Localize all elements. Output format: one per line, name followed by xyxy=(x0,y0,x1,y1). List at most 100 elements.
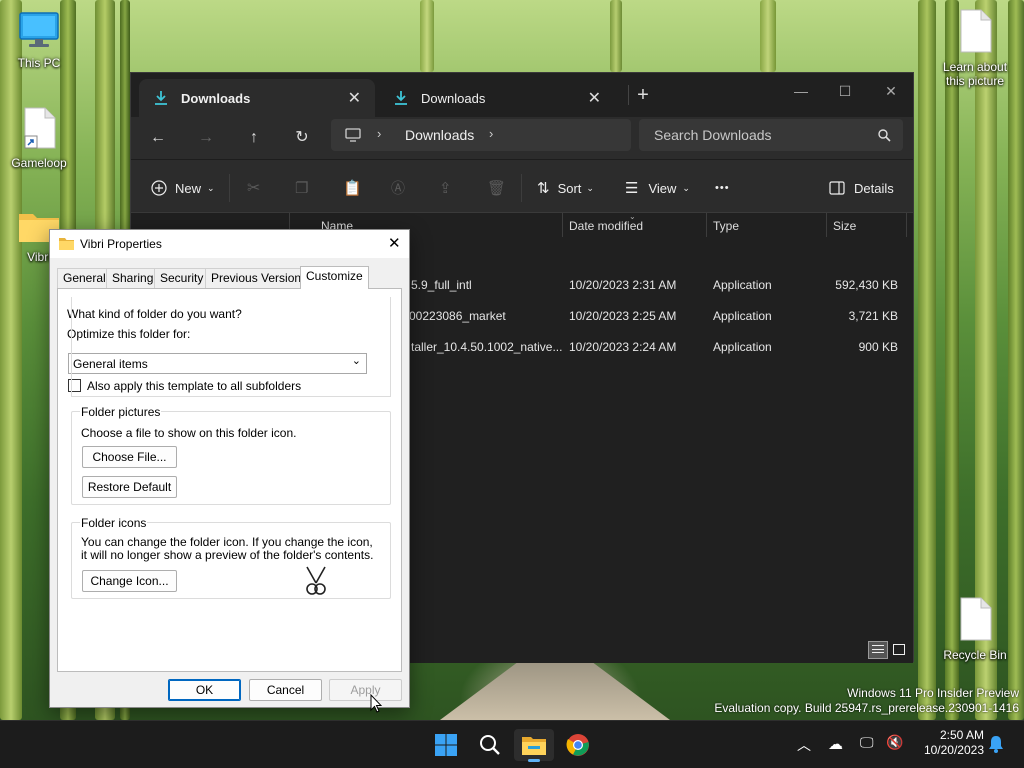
folder-kind-group: What kind of folder do you want? Optimiz… xyxy=(67,307,391,393)
column-divider xyxy=(826,213,827,237)
apply-button[interactable]: Apply xyxy=(329,679,402,701)
breadcrumb-chevron-icon[interactable]: › xyxy=(377,126,381,141)
change-icon-button[interactable]: Change Icon... xyxy=(82,570,177,592)
address-bar[interactable]: › Downloads › xyxy=(331,119,631,151)
onedrive-cloud-icon[interactable]: ☁ xyxy=(828,735,843,753)
clock[interactable]: 2:50 AM 10/20/2023 xyxy=(912,728,984,758)
file-date: 10/20/2023 2:25 AM xyxy=(569,309,677,323)
column-header-date[interactable]: Date modified xyxy=(569,219,643,233)
desktop-icon-this-pc[interactable]: This PC xyxy=(1,10,77,70)
details-button[interactable]: Details xyxy=(829,176,894,200)
breadcrumb-downloads[interactable]: Downloads xyxy=(405,127,474,143)
watermark-line: Windows 11 Pro Insider Preview xyxy=(847,686,1019,700)
column-header-type[interactable]: Type xyxy=(713,219,739,233)
delete-icon[interactable]: 🗑 xyxy=(487,176,506,200)
file-icon xyxy=(960,9,992,53)
more-options-button[interactable]: ••• xyxy=(715,176,730,200)
explorer-tab-bar: Downloads ✕ Downloads ✕ + — ☐ ✕ xyxy=(131,73,913,117)
tab-general[interactable]: General xyxy=(57,268,112,288)
tab-label: Downloads xyxy=(181,90,251,106)
restore-default-button[interactable]: Restore Default xyxy=(82,476,177,498)
tab-previous-versions[interactable]: Previous Versions xyxy=(205,268,314,288)
dialog-title-bar[interactable]: Vibri Properties ✕ xyxy=(50,230,409,258)
taskbar-chrome[interactable] xyxy=(558,729,598,761)
show-hidden-icons-chevron-icon[interactable]: ︿ xyxy=(797,735,811,755)
download-icon xyxy=(395,91,407,105)
taskbar-search-button[interactable] xyxy=(470,729,510,761)
rename-icon[interactable]: Ⓐ xyxy=(391,176,405,200)
file-type: Application xyxy=(713,278,772,292)
choose-file-button[interactable]: Choose File... xyxy=(82,446,177,468)
column-divider xyxy=(562,213,563,237)
copy-icon[interactable]: ❐ xyxy=(295,176,308,200)
file-name: 00223086_market xyxy=(409,309,506,323)
desktop-icon-label: Gameloop xyxy=(11,156,67,170)
network-icon[interactable]: 🖵 xyxy=(860,734,874,751)
close-tab-icon[interactable]: ✕ xyxy=(348,88,361,108)
close-window-icon[interactable]: ✕ xyxy=(869,77,913,105)
view-button[interactable]: ☰ View ⌄ xyxy=(625,176,690,200)
chevron-down-icon: ⌄ xyxy=(586,182,594,193)
taskbar-file-explorer[interactable] xyxy=(514,729,554,762)
notification-bell-icon[interactable] xyxy=(988,735,1004,753)
cut-icon[interactable]: ✂ xyxy=(247,176,260,200)
details-view-toggle-icon[interactable] xyxy=(868,641,888,659)
close-tab-icon[interactable]: ✕ xyxy=(588,88,601,108)
download-icon xyxy=(155,91,167,105)
cancel-button[interactable]: Cancel xyxy=(249,679,322,701)
tab-downloads-2[interactable]: Downloads ✕ xyxy=(379,79,615,117)
tab-sharing[interactable]: Sharing xyxy=(106,268,160,288)
recycle-bin-icon xyxy=(960,597,992,641)
desktop-icon-learn-about-picture[interactable]: Learn about this picture xyxy=(937,8,1013,88)
sort-button[interactable]: ⇅ Sort ⌄ xyxy=(537,176,594,200)
chevron-down-icon: ⌄ xyxy=(351,355,361,367)
file-type: Application xyxy=(713,340,772,354)
bamboo-stalk xyxy=(918,0,936,720)
refresh-icon[interactable]: ↻ xyxy=(287,125,317,151)
share-icon[interactable]: ⇪ xyxy=(439,176,452,200)
folder-icons-description: You can change the folder icon. If you c… xyxy=(81,535,374,562)
command-separator xyxy=(521,174,522,202)
file-size: 3,721 KB xyxy=(848,309,898,323)
chevron-down-icon: ⌄ xyxy=(207,182,215,193)
paste-icon[interactable]: 📋 xyxy=(343,176,362,200)
tab-security[interactable]: Security xyxy=(154,268,210,288)
search-box[interactable]: Search Downloads xyxy=(639,119,903,151)
optimize-selected-value: General items xyxy=(73,357,148,371)
new-tab-plus-icon[interactable]: + xyxy=(631,83,655,107)
file-name: taller_10.4.50.1002_native... xyxy=(411,340,563,354)
tab-downloads-1[interactable]: Downloads ✕ xyxy=(139,79,375,117)
tiles-view-toggle-icon[interactable] xyxy=(891,642,907,658)
ok-button[interactable]: OK xyxy=(168,679,241,701)
this-pc-small-icon xyxy=(345,128,361,142)
breadcrumb-chevron-icon[interactable]: › xyxy=(489,126,493,141)
up-arrow-icon[interactable]: ↑ xyxy=(239,125,269,151)
new-button[interactable]: New ⌄ xyxy=(151,176,215,200)
desktop-icon-label: Recycle Bin xyxy=(943,648,1007,662)
folder-pictures-description: Choose a file to show on this folder ico… xyxy=(81,426,297,440)
forward-arrow-icon[interactable]: → xyxy=(191,125,221,151)
maximize-icon[interactable]: ☐ xyxy=(823,77,867,105)
folder-pictures-heading: Folder pictures xyxy=(80,405,162,419)
command-bar: New ⌄ ✂ ❐ 📋 Ⓐ ⇪ 🗑 ⇅ Sort ⌄ ☰ View ⌄ ••• … xyxy=(131,159,913,213)
file-size: 592,430 KB xyxy=(835,278,898,292)
file-name: 5.9_full_intl xyxy=(411,278,472,292)
details-pane-icon xyxy=(829,181,845,195)
start-button[interactable] xyxy=(426,729,466,761)
bamboo-stalk xyxy=(610,0,622,72)
column-header-size[interactable]: Size xyxy=(833,219,856,233)
close-dialog-icon[interactable]: ✕ xyxy=(388,234,401,252)
apply-subfolders-checkbox[interactable] xyxy=(68,379,81,392)
back-arrow-icon[interactable]: ← xyxy=(143,125,173,151)
volume-muted-icon[interactable]: 🔇 xyxy=(886,734,903,751)
minimize-icon[interactable]: — xyxy=(779,77,823,105)
tab-customize[interactable]: Customize xyxy=(300,266,369,289)
desktop-icon-gameloop[interactable]: Gameloop xyxy=(1,106,77,170)
chrome-icon xyxy=(566,734,589,756)
sort-arrows-icon: ⇅ xyxy=(537,180,550,197)
details-label: Details xyxy=(854,180,894,196)
monitor-icon xyxy=(19,12,59,47)
optimize-select[interactable]: General items ⌄ xyxy=(68,353,367,374)
folder-properties-dialog: Vibri Properties ✕ General Sharing Secur… xyxy=(49,229,410,708)
desktop-icon-recycle-bin[interactable]: Recycle Bin xyxy=(937,596,1013,662)
